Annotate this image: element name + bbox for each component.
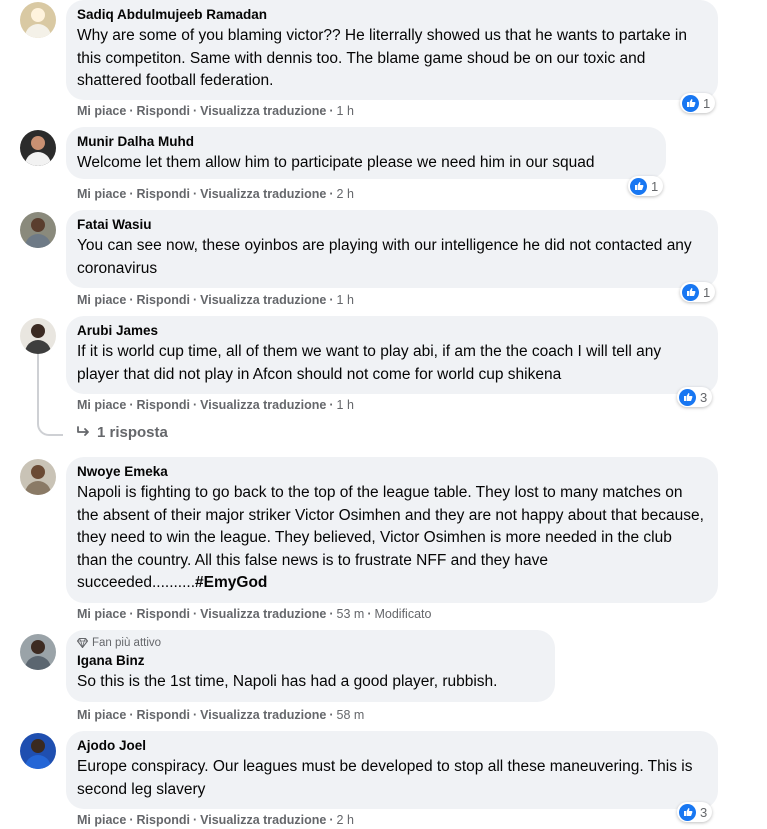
comment-bubble: Sadiq Abdulmujeeb Ramadan Why are some o… [66, 0, 718, 100]
reaction-number: 1 [703, 95, 711, 111]
fan-badge: Fan più attivo [77, 637, 543, 649]
badge-label: Fan più attivo [92, 637, 162, 649]
avatar[interactable] [20, 2, 56, 38]
thumbs-up-icon [682, 94, 699, 112]
avatar[interactable] [20, 459, 56, 495]
translate-link[interactable]: Visualizza traduzione [200, 187, 326, 201]
reaction-count[interactable]: 1 [680, 282, 716, 302]
comment-text: Welcome let them allow him to participat… [77, 154, 595, 171]
thumbs-up-icon [679, 388, 696, 406]
comment-text: Europe conspiracy. Our leagues must be d… [77, 758, 693, 798]
thumbs-up-icon [682, 283, 699, 301]
comment-actions: Mi piace · Rispondi · Visualizza traduzione ·… [77, 104, 354, 118]
like-link[interactable]: Mi piace [77, 813, 126, 827]
reaction-count[interactable]: 3 [677, 387, 713, 407]
avatar[interactable] [20, 130, 56, 166]
comment-bubble: Munir Dalha Muhd Welcome let them allow … [66, 127, 666, 179]
reply-link[interactable]: Rispondi [137, 104, 190, 118]
comment-bubble: Arubi James If it is world cup time, all… [66, 316, 718, 394]
comment-actions: Mi piace · Rispondi · Visualizza traduzione ·… [77, 708, 365, 722]
like-link[interactable]: Mi piace [77, 708, 126, 722]
reaction-number: 1 [703, 284, 711, 300]
comment-author[interactable]: Munir Dalha Muhd [77, 133, 654, 150]
reaction-number: 3 [700, 389, 708, 405]
comment-actions: Mi piace · Rispondi · Visualizza traduzione ·… [77, 398, 354, 412]
comment-actions: Mi piace · Rispondi · Visualizza traduzione ·… [77, 187, 354, 201]
thumbs-up-icon [679, 803, 696, 821]
timestamp[interactable]: 58 m [337, 708, 365, 722]
comment-actions: Mi piace · Rispondi · Visualizza traduzione ·… [77, 607, 432, 621]
comment-author[interactable]: Sadiq Abdulmujeeb Ramadan [77, 6, 706, 23]
comment-actions: Mi piace · Rispondi · Visualizza traduzione ·… [77, 813, 354, 827]
comment-text: If it is world cup time, all of them we … [77, 343, 662, 383]
reply-link[interactable]: Rispondi [137, 708, 190, 722]
comment-text: Napoli is fighting to go back to the top… [77, 482, 706, 595]
thread-line [37, 354, 63, 436]
timestamp[interactable]: 2 h [337, 813, 354, 827]
timestamp[interactable]: 1 h [337, 104, 354, 118]
diamond-icon [77, 638, 88, 648]
comment-bubble: Fatai Wasiu You can see now, these oyinb… [66, 210, 718, 288]
reaction-count[interactable]: 3 [677, 802, 713, 822]
reply-link[interactable]: Rispondi [137, 607, 190, 621]
comment-bubble: Ajodo Joel Europe conspiracy. Our league… [66, 731, 718, 809]
hashtag-link[interactable]: #EmyGod [195, 574, 267, 591]
avatar[interactable] [20, 212, 56, 248]
like-link[interactable]: Mi piace [77, 104, 126, 118]
view-replies-link[interactable]: 1 risposta [77, 424, 168, 441]
comment-text: So this is the 1st time, Napoli has had … [77, 673, 498, 690]
reply-link[interactable]: Rispondi [137, 398, 190, 412]
comment-author[interactable]: Ajodo Joel [77, 737, 706, 754]
replies-label: 1 risposta [97, 424, 168, 441]
comment-text: Why are some of you blaming victor?? He … [77, 27, 687, 89]
avatar[interactable] [20, 318, 56, 354]
comment-text: You can see now, these oyinbos are playi… [77, 237, 692, 277]
timestamp[interactable]: 1 h [337, 293, 354, 307]
thumbs-up-icon [630, 177, 647, 195]
reaction-count[interactable]: 1 [680, 93, 716, 113]
comment-actions: Mi piace · Rispondi · Visualizza traduzione ·… [77, 293, 354, 307]
timestamp[interactable]: 1 h [337, 398, 354, 412]
comment-bubble: Fan più attivo Igana Binz So this is the… [66, 630, 555, 702]
like-link[interactable]: Mi piace [77, 398, 126, 412]
like-link[interactable]: Mi piace [77, 187, 126, 201]
comment-author[interactable]: Igana Binz [77, 652, 543, 669]
avatar[interactable] [20, 634, 56, 670]
comment-author[interactable]: Arubi James [77, 322, 706, 339]
translate-link[interactable]: Visualizza traduzione [200, 607, 326, 621]
reply-arrow-icon [77, 426, 89, 436]
reply-link[interactable]: Rispondi [137, 293, 190, 307]
comment-body: Napoli is fighting to go back to the top… [77, 484, 704, 591]
comment-author[interactable]: Nwoye Emeka [77, 463, 706, 480]
translate-link[interactable]: Visualizza traduzione [200, 708, 326, 722]
reaction-number: 1 [651, 178, 659, 194]
reaction-count[interactable]: 1 [628, 176, 664, 196]
reply-link[interactable]: Rispondi [137, 813, 190, 827]
timestamp[interactable]: 53 m [337, 607, 365, 621]
comment-bubble: Nwoye Emeka Napoli is fighting to go bac… [66, 457, 718, 603]
translate-link[interactable]: Visualizza traduzione [200, 293, 326, 307]
edited-label: Modificato [374, 607, 432, 621]
comment-author[interactable]: Fatai Wasiu [77, 216, 706, 233]
like-link[interactable]: Mi piace [77, 607, 126, 621]
reaction-number: 3 [700, 804, 708, 820]
translate-link[interactable]: Visualizza traduzione [200, 398, 326, 412]
avatar[interactable] [20, 733, 56, 769]
translate-link[interactable]: Visualizza traduzione [200, 104, 326, 118]
timestamp[interactable]: 2 h [337, 187, 354, 201]
translate-link[interactable]: Visualizza traduzione [200, 813, 326, 827]
like-link[interactable]: Mi piace [77, 293, 126, 307]
reply-link[interactable]: Rispondi [137, 187, 190, 201]
